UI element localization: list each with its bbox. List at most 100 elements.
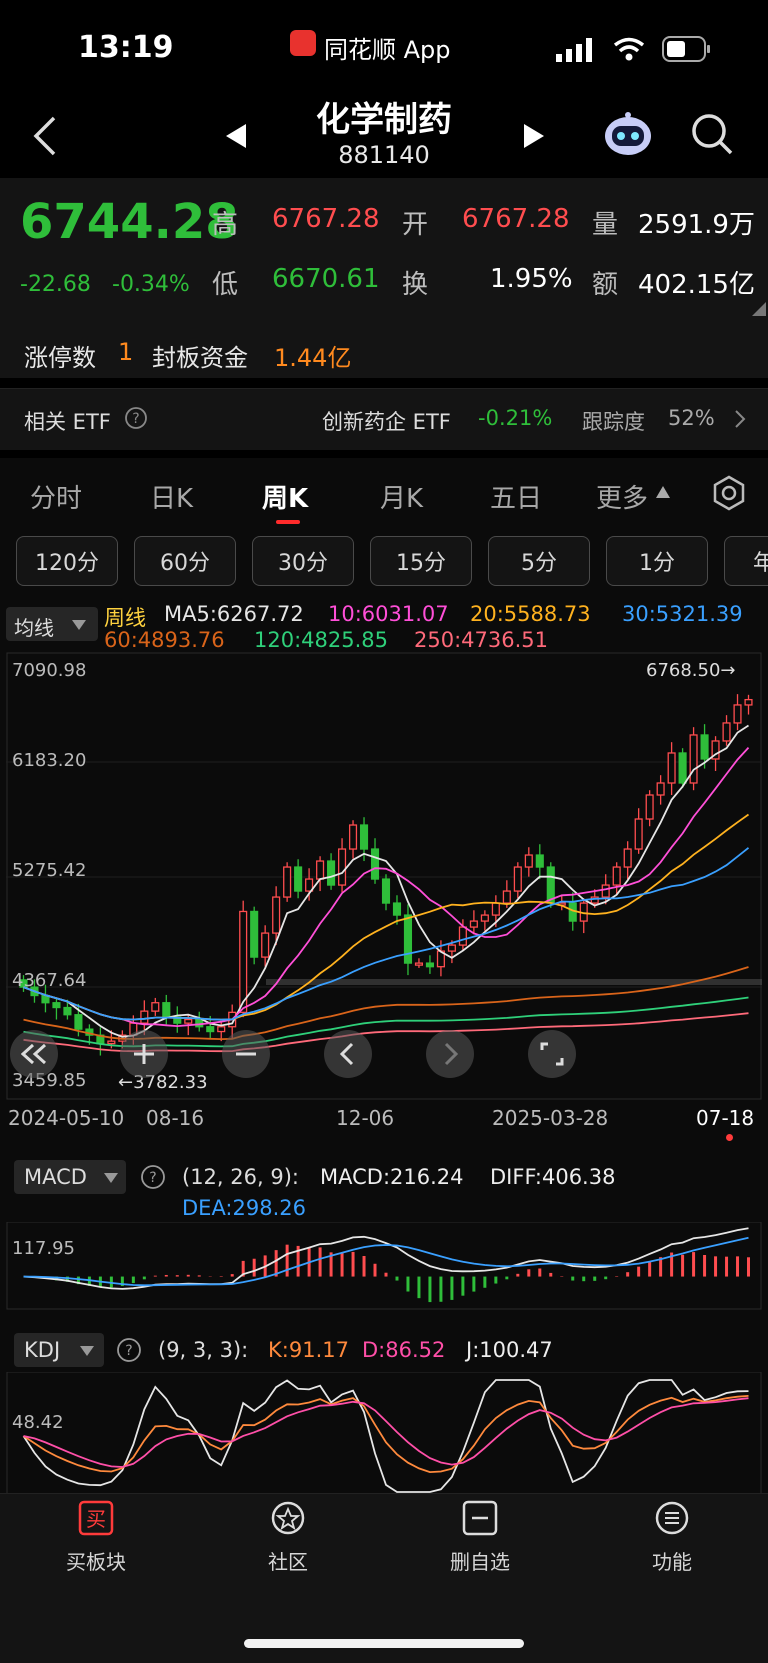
candle	[414, 958, 424, 968]
dropdown-caret-icon	[80, 1346, 94, 1356]
x-tick: 12-06	[336, 1106, 395, 1130]
fullscreen-icon	[540, 1042, 564, 1066]
macd-params: (12, 26, 9):	[182, 1165, 299, 1189]
turnover-label: 换	[402, 270, 429, 300]
j-value: J:100.47	[466, 1338, 553, 1362]
period-1min[interactable]: 1分	[606, 536, 708, 586]
candle	[96, 1027, 105, 1056]
scroll-left-button[interactable]	[324, 1030, 372, 1078]
tabbar-label: 买板块	[66, 1550, 126, 1574]
buy-icon: 买	[78, 1500, 114, 1536]
stock-code: 881140	[338, 141, 430, 169]
back-icon[interactable]	[30, 114, 60, 158]
candle	[151, 997, 160, 1016]
candle	[480, 910, 489, 931]
candle	[283, 862, 292, 902]
candle	[250, 906, 259, 965]
period-60min[interactable]: 60分	[134, 536, 236, 586]
latest-dot	[726, 1134, 733, 1141]
turnover-value: 1.95%	[490, 264, 573, 294]
tabbar-functions[interactable]: 功能	[602, 1500, 742, 1575]
tab-five-day[interactable]: 五日	[490, 478, 542, 515]
tabbar-buy[interactable]: 买 买板块	[26, 1500, 166, 1575]
track-label: 跟踪度	[582, 410, 645, 434]
app-label: 同花顺 App	[324, 36, 451, 64]
candle	[722, 715, 731, 746]
k-value: K:91.17	[268, 1338, 349, 1362]
candle	[524, 847, 533, 877]
community-icon	[271, 1501, 305, 1535]
open-label: 开	[402, 210, 429, 240]
scroll-right-button[interactable]	[426, 1030, 474, 1078]
zoom-in-button[interactable]	[120, 1030, 168, 1078]
tab-weekly-k[interactable]: 周K	[262, 478, 308, 515]
next-stock-icon[interactable]	[520, 122, 548, 150]
x-tick: 08-16	[146, 1106, 205, 1130]
track-value: 52%	[668, 406, 715, 430]
remove-watchlist-icon	[462, 1500, 498, 1536]
current-price: 6744.28	[20, 194, 239, 250]
x-tick: 2024-05-10	[8, 1106, 125, 1130]
macd-value: MACD:216.24	[320, 1165, 464, 1189]
candle	[316, 856, 325, 892]
more-caret-icon	[656, 486, 670, 498]
macd-chart[interactable]: 117.95	[6, 1222, 762, 1310]
y-tick: 5275.42	[12, 860, 86, 881]
tabbar-remove-watchlist[interactable]: 删自选	[410, 1500, 550, 1575]
candle	[294, 859, 303, 899]
kdj-params: (9, 3, 3):	[158, 1338, 249, 1362]
wifi-icon	[613, 37, 645, 61]
plus-icon	[134, 1044, 154, 1064]
candle	[689, 727, 698, 791]
tab-daily-k[interactable]: 日K	[150, 478, 193, 515]
help-icon[interactable]: ?	[124, 406, 148, 430]
zoom-out-button[interactable]	[222, 1030, 270, 1078]
ma250-value: 250:4736.51	[414, 628, 548, 652]
tabbar-community[interactable]: 社区	[218, 1500, 358, 1575]
svg-text:?: ?	[132, 411, 139, 427]
expand-corner-icon[interactable]	[752, 302, 766, 316]
tab-intraday[interactable]: 分时	[30, 478, 82, 515]
x-tick: 07-18	[696, 1106, 755, 1130]
candle	[52, 997, 61, 1020]
etf-name: 创新药企 ETF	[322, 410, 451, 434]
kdj-label: KDJ	[24, 1338, 61, 1362]
ma30-line	[23, 847, 750, 1021]
macd-label: MACD	[24, 1165, 87, 1189]
tabbar-label: 删自选	[450, 1550, 510, 1574]
robot-assistant-icon[interactable]	[602, 110, 654, 158]
home-indicator	[244, 1639, 524, 1648]
tab-more[interactable]: 更多	[596, 478, 648, 515]
settings-hexagon-icon[interactable]	[710, 474, 748, 512]
prev-stock-icon[interactable]	[222, 122, 250, 150]
tab-monthly-k[interactable]: 月K	[380, 478, 423, 515]
svg-text:?: ?	[125, 1343, 132, 1359]
low-label: 低	[212, 270, 239, 300]
dea-value: DEA:298.26	[182, 1196, 306, 1220]
ma5-value: MA5:6267.72	[164, 602, 304, 626]
period-120min[interactable]: 120分	[16, 536, 118, 586]
kdj-chart[interactable]: 48.42	[6, 1372, 762, 1500]
amount-label: 额	[592, 270, 619, 300]
search-icon[interactable]	[690, 112, 734, 156]
fullscreen-button[interactable]	[528, 1030, 576, 1078]
etf-change: -0.21%	[478, 406, 553, 430]
candle	[513, 862, 522, 899]
x-tick: 2025-03-28	[492, 1106, 609, 1130]
candle	[667, 742, 676, 796]
help-icon[interactable]: ?	[140, 1164, 166, 1190]
battery-icon	[662, 36, 710, 62]
scroll-left-fast-button[interactable]	[10, 1030, 58, 1078]
period-year[interactable]: 年	[724, 536, 768, 586]
j-line	[22, 1379, 749, 1493]
candle	[403, 904, 413, 976]
kline-chart[interactable]: 7090.98 6183.20 5275.42 4367.64 3459.85 …	[6, 652, 762, 1100]
candle	[425, 955, 434, 974]
period-15min[interactable]: 15分	[370, 536, 472, 586]
help-icon[interactable]: ?	[116, 1337, 142, 1363]
candle	[623, 841, 632, 880]
y-tick: 4367.64	[12, 970, 86, 991]
period-30min[interactable]: 30分	[252, 536, 354, 586]
candle	[733, 694, 742, 731]
period-5min[interactable]: 5分	[488, 536, 590, 586]
